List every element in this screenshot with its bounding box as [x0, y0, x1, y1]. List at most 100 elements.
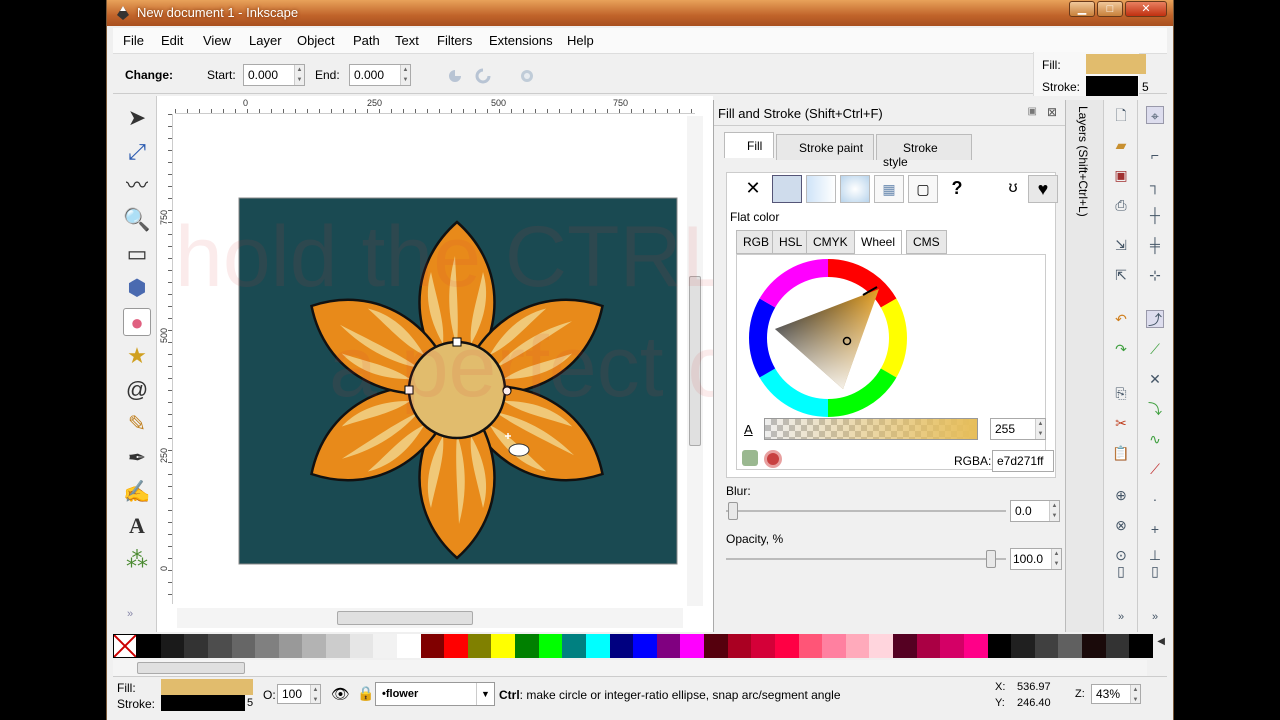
spiral-tool-icon[interactable]: @ — [123, 376, 151, 404]
menu-file[interactable]: File — [123, 33, 144, 48]
palette-swatch[interactable] — [869, 634, 893, 658]
palette-swatch[interactable] — [255, 634, 279, 658]
palette-swatch[interactable] — [751, 634, 775, 658]
blur-slider-track[interactable] — [726, 510, 1006, 512]
flat-color-icon[interactable] — [772, 175, 802, 203]
palette-scrollbar[interactable] — [113, 660, 1147, 676]
spray-tool-icon[interactable]: ⁂ — [123, 546, 151, 574]
end-field[interactable]: 0.000 ▲ ▼ — [349, 64, 411, 86]
palette-swatch[interactable] — [680, 634, 704, 658]
palette-swatch[interactable] — [704, 634, 728, 658]
horizontal-ruler[interactable]: 0 250 500 750 — [175, 98, 695, 114]
duplicate-icon[interactable]: ▯ — [1112, 562, 1130, 580]
no-paint-icon[interactable]: ✕ — [738, 175, 768, 203]
close-window-button[interactable]: ✕ — [1125, 1, 1167, 17]
3d-box-tool-icon[interactable]: ⬢ — [123, 274, 151, 302]
style-stroke-swatch[interactable] — [1086, 76, 1138, 96]
opacity-slider-thumb[interactable] — [986, 550, 996, 568]
node-tool-icon[interactable]: ⤢ — [123, 138, 151, 166]
palette-swatch[interactable] — [302, 634, 326, 658]
fill-rule-nonzero-icon[interactable]: ♥ — [1028, 175, 1058, 203]
lock-layer-icon[interactable]: 🔒 — [357, 685, 374, 702]
fill-rule-evenodd-icon[interactable]: ʊ — [998, 175, 1028, 203]
snap-bbox-icon[interactable]: ⌐ — [1146, 146, 1164, 164]
tab-cmyk[interactable]: CMYK — [806, 230, 855, 254]
color-wheel[interactable] — [747, 257, 909, 419]
snap-bbox-midpoint-icon[interactable]: ╪ — [1146, 236, 1164, 254]
palette-swatch[interactable] — [798, 634, 823, 658]
palette-swatch[interactable] — [396, 634, 421, 658]
palette-swatch[interactable] — [420, 634, 445, 658]
palette-swatch[interactable] — [1082, 634, 1106, 658]
palette-swatch[interactable] — [727, 634, 752, 658]
print-icon[interactable]: ⎙ — [1112, 196, 1130, 214]
status-fill-swatch[interactable] — [161, 679, 253, 695]
palette-swatch[interactable] — [373, 634, 397, 658]
alpha-slider[interactable] — [764, 418, 978, 440]
menu-object[interactable]: Object — [297, 33, 335, 48]
snap-toggle-icon[interactable]: ⌖ — [1146, 106, 1164, 124]
palette-swatch[interactable] — [609, 634, 634, 658]
menu-layer[interactable]: Layer — [249, 33, 282, 48]
tab-rgb[interactable]: RGB — [736, 230, 777, 254]
minimize-button[interactable]: ▁ — [1069, 1, 1095, 17]
opacity-spin-arrows[interactable]: ▲ ▼ — [1051, 549, 1061, 569]
palette-swatch[interactable] — [963, 634, 988, 658]
menu-text[interactable]: Text — [395, 33, 419, 48]
snap-expand-icon[interactable]: » — [1146, 608, 1164, 626]
palette-swatch[interactable] — [207, 634, 232, 658]
palette-swatch[interactable] — [1129, 634, 1153, 658]
snap-rotation-center-icon[interactable]: + — [1146, 520, 1164, 538]
menu-path[interactable]: Path — [353, 33, 380, 48]
radial-gradient-icon[interactable] — [840, 175, 870, 203]
paste-icon[interactable]: 📋 — [1112, 444, 1130, 462]
pattern-icon[interactable]: ▦ — [874, 175, 904, 203]
tweak-tool-icon[interactable]: 〰 — [123, 172, 151, 200]
tab-wheel[interactable]: Wheel — [854, 230, 903, 254]
palette-swatch[interactable] — [822, 634, 846, 658]
status-opacity-spin[interactable]: 100 ▲ ▼ — [277, 684, 321, 704]
hscroll-thumb[interactable] — [337, 611, 473, 625]
palette-swatch[interactable] — [515, 634, 539, 658]
snap-path-icon[interactable]: ⟋ — [1146, 340, 1164, 358]
zoom-drawing-icon[interactable]: ⊗ — [1112, 516, 1130, 534]
snap-page-border-icon[interactable]: ▯ — [1146, 562, 1164, 580]
commands-expand-icon[interactable]: » — [1112, 608, 1130, 626]
copy-icon[interactable]: ⎘ — [1112, 384, 1130, 402]
palette-swatch[interactable] — [562, 634, 586, 658]
tab-hsl[interactable]: HSL — [772, 230, 810, 254]
color-palette[interactable] — [113, 634, 1153, 658]
save-icon[interactable]: ▣ — [1112, 166, 1130, 184]
zoom-spin[interactable]: 43% ▲ ▼ — [1091, 684, 1141, 704]
status-opacity-arrows[interactable]: ▲ ▼ — [310, 685, 320, 703]
palette-swatch[interactable] — [184, 634, 208, 658]
menu-view[interactable]: View — [203, 33, 231, 48]
ellipse-tool-icon[interactable]: ● — [123, 308, 151, 336]
swatch-icon[interactable]: ▢ — [908, 175, 938, 203]
palette-swatch[interactable] — [538, 634, 563, 658]
layers-tab-label[interactable]: Layers (Shift+Ctrl+L) — [1076, 106, 1090, 217]
canvas-horizontal-scrollbar[interactable] — [177, 608, 683, 628]
palette-swatch[interactable] — [1105, 634, 1130, 658]
no-color-swatch[interactable] — [113, 634, 137, 658]
pencil-tool-icon[interactable]: ✎ — [123, 410, 151, 438]
tab-cms[interactable]: CMS — [906, 230, 947, 254]
palette-swatch[interactable] — [987, 634, 1012, 658]
palette-swatch[interactable] — [137, 634, 161, 658]
snap-object-center-icon[interactable]: · — [1146, 490, 1164, 508]
dialog-close-icon[interactable]: ⊠ — [1047, 105, 1057, 119]
selector-tool-icon[interactable]: ➤ — [123, 104, 151, 132]
star-tool-icon[interactable]: ★ — [123, 342, 151, 370]
menu-extensions[interactable]: Extensions — [489, 33, 553, 48]
layer-dropdown-icon[interactable]: ▼ — [476, 683, 494, 705]
end-spin-arrows[interactable]: ▲ ▼ — [400, 65, 410, 85]
redo-icon[interactable]: ↷ — [1112, 340, 1130, 358]
rectangle-tool-icon[interactable]: ▭ — [123, 240, 151, 268]
tab-stroke-paint[interactable]: Stroke paint — [776, 134, 874, 160]
snap-smooth-icon[interactable]: ∿ — [1146, 430, 1164, 448]
palette-swatch[interactable] — [940, 634, 964, 658]
zoom-tool-icon[interactable]: 🔍 — [123, 206, 151, 234]
blur-spin[interactable]: 0.0 ▲ ▼ — [1010, 500, 1060, 522]
palette-swatch[interactable] — [160, 634, 185, 658]
linear-gradient-icon[interactable] — [806, 175, 836, 203]
